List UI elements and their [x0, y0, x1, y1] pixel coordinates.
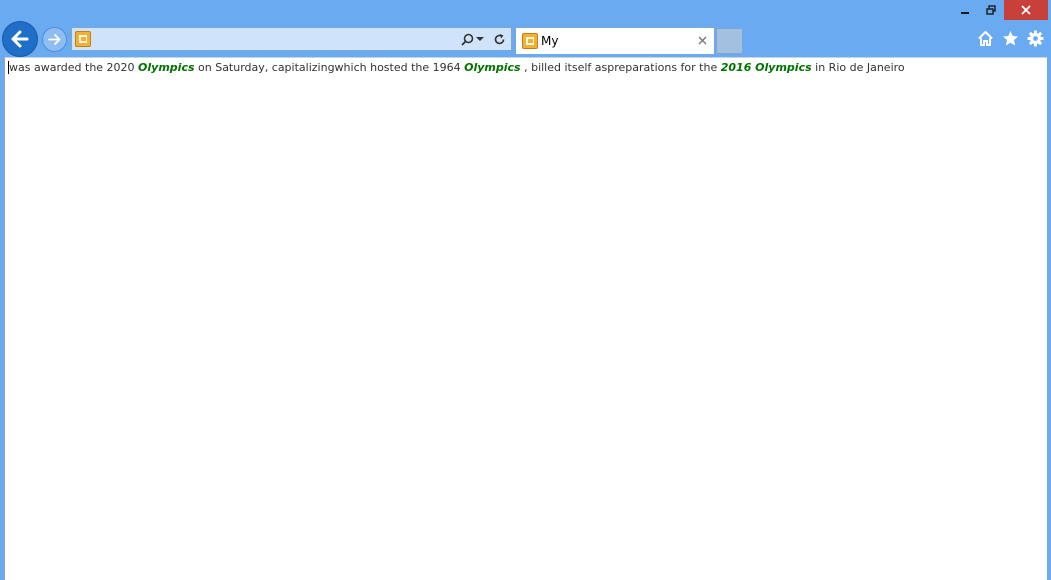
text-segment: , billed itself aspreparations for the [520, 61, 721, 74]
close-icon [698, 36, 706, 44]
restore-button[interactable] [978, 0, 1004, 20]
text-segment: on Saturday, capitalizingwhich hosted th… [194, 61, 465, 74]
page-text: was awarded the 2020 Olympics on Saturda… [9, 61, 905, 74]
search-button[interactable] [459, 31, 475, 47]
home-icon [978, 30, 993, 46]
new-tab-button[interactable] [716, 28, 743, 54]
forward-button[interactable] [42, 27, 67, 52]
browser-toolbar [976, 28, 1045, 48]
highlight-olympics: Olympics [138, 61, 195, 74]
window-controls [952, 0, 1048, 20]
dropdown-icon [476, 37, 484, 41]
minimize-icon [961, 12, 969, 14]
address-input[interactable] [94, 30, 454, 48]
address-dropdown-button[interactable] [475, 31, 485, 47]
minimize-button[interactable] [952, 0, 978, 20]
close-icon [1021, 5, 1031, 15]
back-arrow-icon [11, 30, 29, 48]
tab-title: My [541, 34, 559, 48]
gear-icon [1027, 30, 1044, 46]
close-window-button[interactable] [1004, 0, 1048, 20]
search-icon [460, 33, 473, 46]
text-segment: in Rio de Janeiro [811, 61, 905, 74]
home-button[interactable] [976, 28, 995, 48]
highlight-2016-olympics: 2016 Olympics [720, 61, 812, 74]
text-segment: was awarded the 2020 [9, 61, 139, 74]
settings-button[interactable] [1026, 28, 1045, 48]
tab-favicon-icon [522, 33, 538, 49]
tab-active[interactable]: My [515, 27, 715, 54]
address-bar[interactable] [71, 27, 512, 51]
back-button[interactable] [2, 21, 38, 57]
star-icon [1003, 30, 1018, 45]
close-tab-button[interactable] [695, 33, 709, 47]
refresh-button[interactable] [491, 31, 507, 47]
page-content[interactable]: was awarded the 2020 Olympics on Saturda… [4, 57, 1047, 580]
frame-right-edge [1047, 57, 1051, 580]
site-favicon-icon [75, 31, 91, 47]
restore-icon [986, 5, 996, 15]
refresh-icon [494, 33, 504, 44]
browser-frame: My [0, 0, 1051, 58]
forward-arrow-icon [48, 34, 61, 45]
highlight-olympics: Olympics [464, 61, 521, 74]
favorites-button[interactable] [1001, 28, 1020, 48]
